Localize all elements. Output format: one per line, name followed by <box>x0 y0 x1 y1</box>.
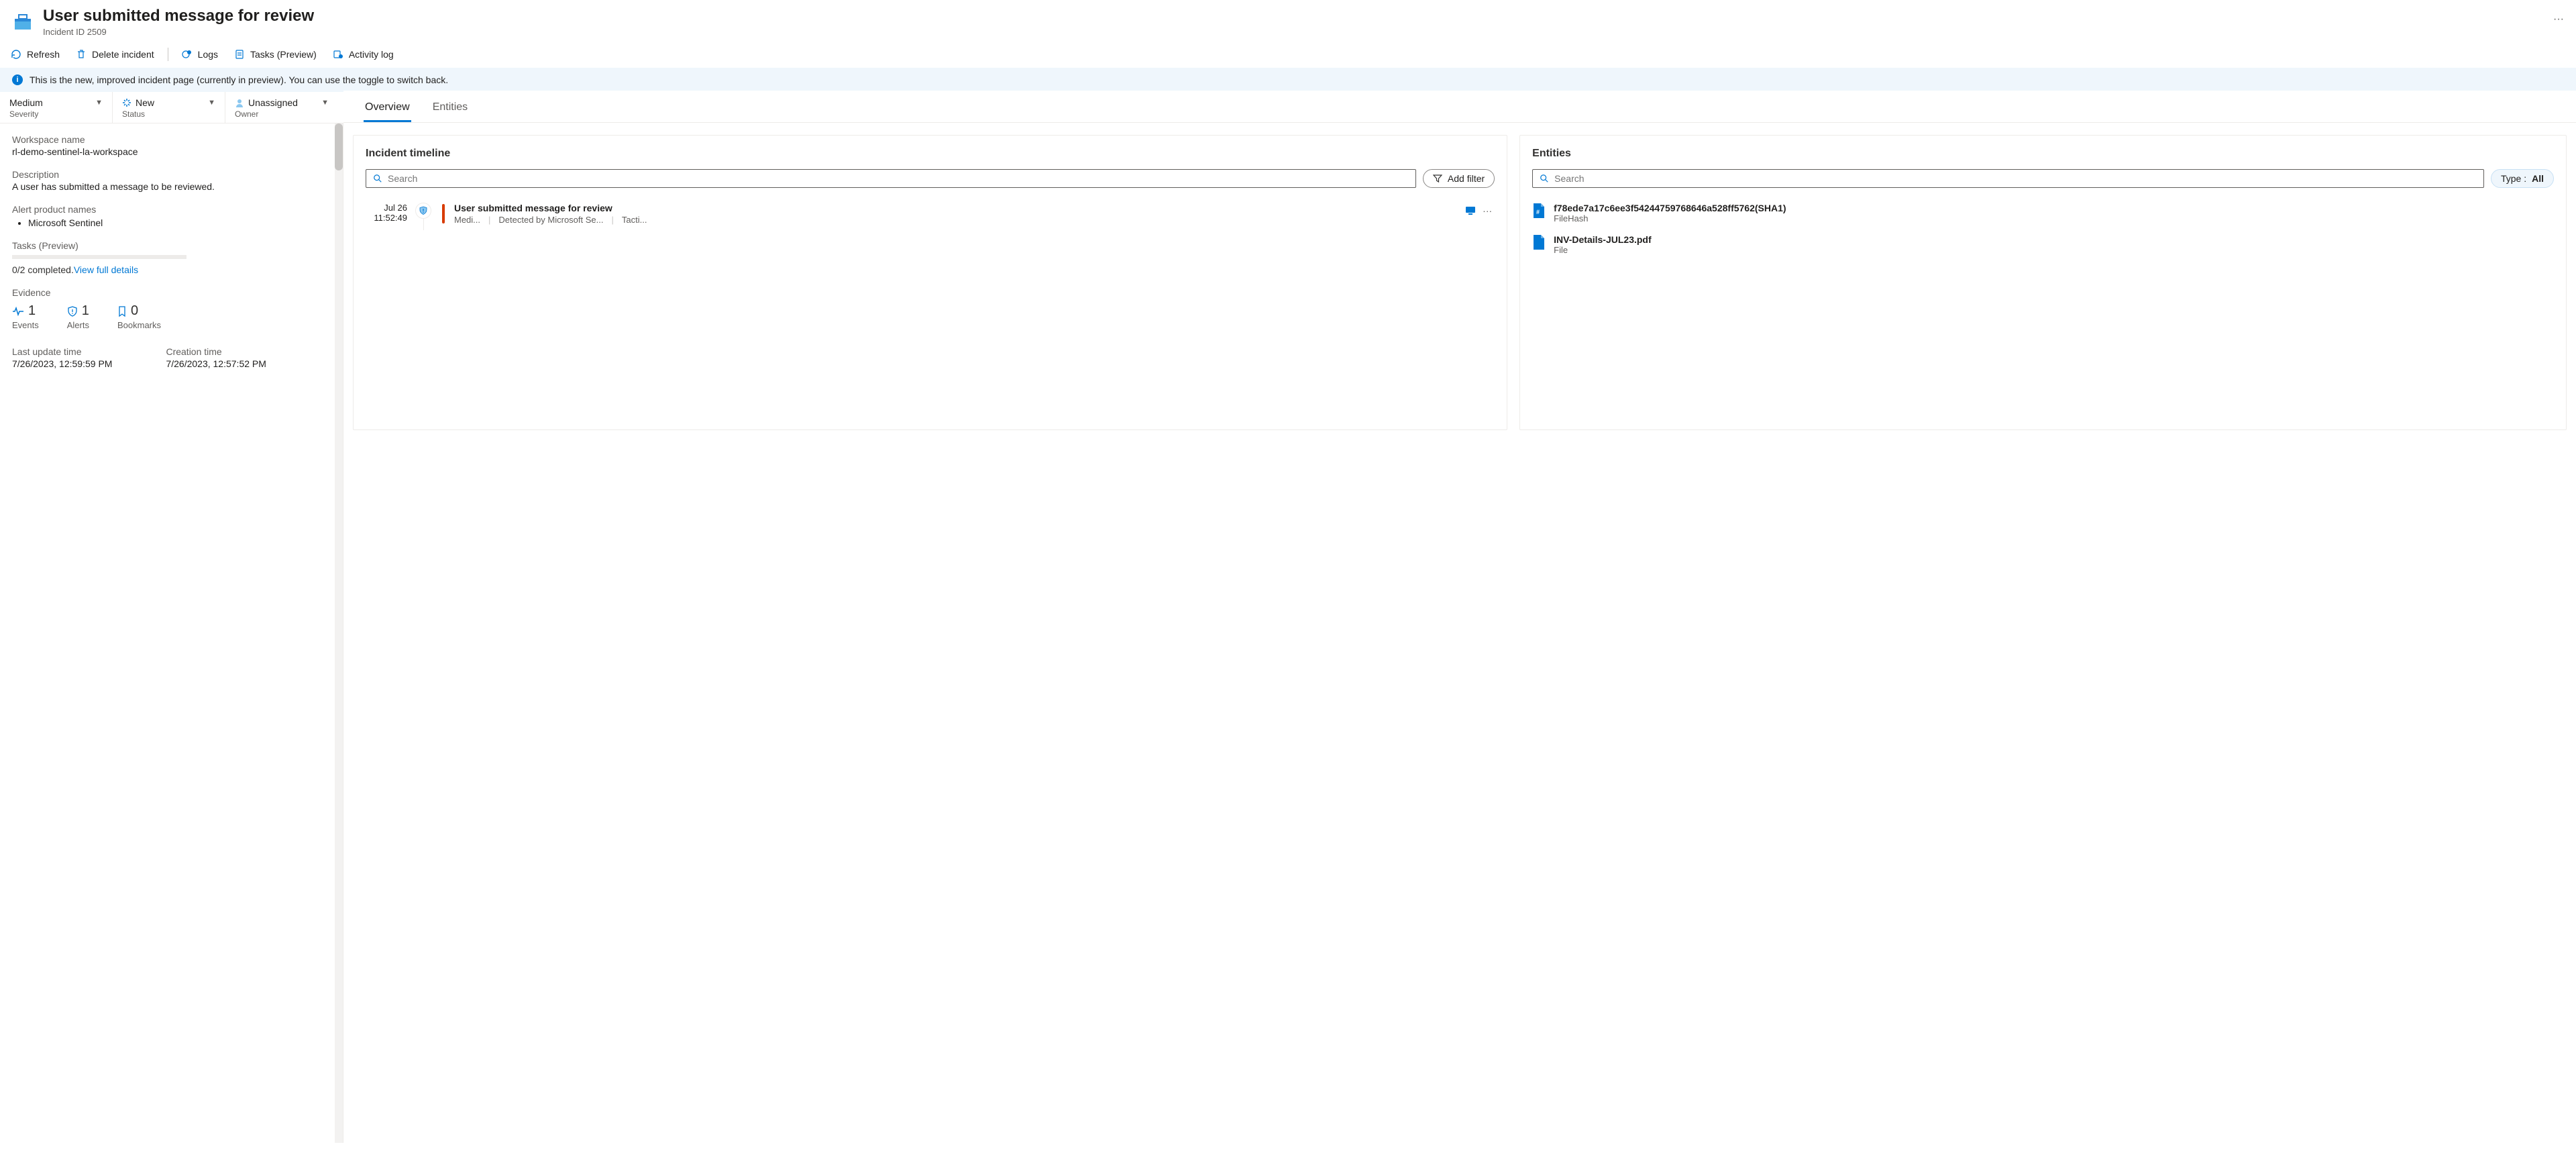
incident-id: Incident ID 2509 <box>43 27 2542 37</box>
timeline-title: Incident timeline <box>366 148 1495 160</box>
activity-log-button[interactable]: Activity log <box>325 45 402 64</box>
entity-item-type: FileHash <box>1554 213 2554 223</box>
entity-item-type: File <box>1554 245 2554 255</box>
info-icon: i <box>12 74 23 85</box>
scrollbar-track <box>335 123 343 1143</box>
tasks-label: Tasks (Preview) <box>12 240 331 251</box>
severity-selector[interactable]: Medium ▼ Severity <box>0 92 113 123</box>
logs-button[interactable]: Logs <box>174 45 226 64</box>
incident-property-selectors: Medium ▼ Severity New ▼ Status Unassigne… <box>0 92 343 123</box>
incident-icon <box>12 11 34 32</box>
entity-item-title: f78ede7a17c6ee3f54244759768646a528ff5762… <box>1554 203 2554 213</box>
chevron-down-icon: ▼ <box>95 99 103 107</box>
shield-icon <box>415 203 431 219</box>
view-full-details-link[interactable]: View full details <box>74 264 138 275</box>
evidence-label: Evidence <box>12 287 331 298</box>
person-icon <box>235 98 244 107</box>
timeline-item-more-button[interactable]: ··· <box>1480 203 1495 219</box>
incident-tabs: Overview Entities <box>343 91 2576 123</box>
owner-selector[interactable]: Unassigned ▼ Owner <box>225 92 338 123</box>
refresh-icon <box>11 49 21 60</box>
tasks-progress-bar <box>12 255 186 259</box>
evidence-alerts[interactable]: 1 Alerts <box>67 303 89 330</box>
tasks-progress-text: 0/2 completed. <box>12 264 74 275</box>
status-new-icon <box>122 98 131 107</box>
file-icon <box>1532 234 1546 250</box>
activity-log-icon <box>333 49 343 60</box>
last-update-value: 7/26/2023, 12:59:59 PM <box>12 358 112 369</box>
timeline-search[interactable] <box>366 169 1416 188</box>
timeline-search-input[interactable] <box>388 173 1409 184</box>
device-icon <box>1465 206 1476 215</box>
timeline-item-severity: Medi... <box>454 215 480 225</box>
creation-time-value: 7/26/2023, 12:57:52 PM <box>166 358 266 369</box>
alert-product-item: Microsoft Sentinel <box>28 217 331 228</box>
tasks-icon <box>234 49 245 60</box>
main-content: Overview Entities Incident timeline Add <box>343 123 2576 1143</box>
header-more-button[interactable]: ··· <box>2553 13 2564 26</box>
timeline-item-detected-by: Detected by Microsoft Se... <box>498 215 603 225</box>
shield-alert-icon <box>67 306 78 317</box>
description-label: Description <box>12 169 331 180</box>
bookmark-icon <box>117 306 127 317</box>
timeline-item-time: 11:52:49 <box>366 213 407 223</box>
trash-icon <box>76 49 87 60</box>
chevron-down-icon: ▼ <box>208 99 215 107</box>
workspace-name-label: Workspace name <box>12 134 331 145</box>
search-icon <box>373 174 382 183</box>
filter-icon <box>1433 174 1442 183</box>
incident-timeline-card: Incident timeline Add filter <box>353 135 1507 430</box>
refresh-button[interactable]: Refresh <box>3 45 68 64</box>
timeline-item-date: Jul 26 <box>366 203 407 213</box>
preview-info-banner: i This is the new, improved incident pag… <box>0 68 2576 92</box>
logs-icon <box>182 49 193 60</box>
add-filter-button[interactable]: Add filter <box>1423 169 1495 188</box>
incident-details-panel: Workspace name rl-demo-sentinel-la-works… <box>0 123 343 1143</box>
banner-text: This is the new, improved incident page … <box>30 74 448 85</box>
workspace-name-value: rl-demo-sentinel-la-workspace <box>12 146 331 157</box>
page-header: User submitted message for review Incide… <box>0 0 2576 41</box>
entities-title: Entities <box>1532 148 2554 160</box>
timeline-item-tactics: Tacti... <box>622 215 647 225</box>
file-hash-icon: # <box>1532 203 1546 219</box>
delete-incident-button[interactable]: Delete incident <box>68 45 162 64</box>
svg-text:#: # <box>1536 209 1540 215</box>
severity-indicator <box>442 204 445 223</box>
command-bar: Refresh Delete incident Logs Tasks (Prev… <box>0 41 2576 68</box>
status-selector[interactable]: New ▼ Status <box>113 92 225 123</box>
evidence-events[interactable]: 1 Events <box>12 303 39 330</box>
timeline-item-title: User submitted message for review <box>454 203 1458 213</box>
search-icon <box>1540 174 1549 183</box>
entity-item-file[interactable]: INV-Details-JUL23.pdf File <box>1532 229 2554 260</box>
entity-type-filter[interactable]: Type : All <box>2491 169 2554 188</box>
chevron-down-icon: ▼ <box>321 99 329 107</box>
alert-product-names-label: Alert product names <box>12 204 331 215</box>
pulse-icon <box>12 307 24 316</box>
timeline-item[interactable]: Jul 26 11:52:49 User submitted message f… <box>366 197 1495 230</box>
entities-search[interactable] <box>1532 169 2484 188</box>
creation-time-label: Creation time <box>166 346 266 357</box>
tasks-button[interactable]: Tasks (Preview) <box>226 45 325 64</box>
page-title: User submitted message for review <box>43 7 2542 26</box>
description-value: A user has submitted a message to be rev… <box>12 181 331 192</box>
entity-item-filehash[interactable]: # f78ede7a17c6ee3f54244759768646a528ff57… <box>1532 197 2554 229</box>
tab-overview[interactable]: Overview <box>364 97 411 122</box>
evidence-bookmarks[interactable]: 0 Bookmarks <box>117 303 161 330</box>
entity-item-title: INV-Details-JUL23.pdf <box>1554 234 2554 245</box>
tab-entities[interactable]: Entities <box>431 97 469 122</box>
entities-search-input[interactable] <box>1554 173 2477 184</box>
entities-card: Entities Type : All # <box>1519 135 2567 430</box>
scrollbar-thumb[interactable] <box>335 123 343 170</box>
last-update-label: Last update time <box>12 346 112 357</box>
